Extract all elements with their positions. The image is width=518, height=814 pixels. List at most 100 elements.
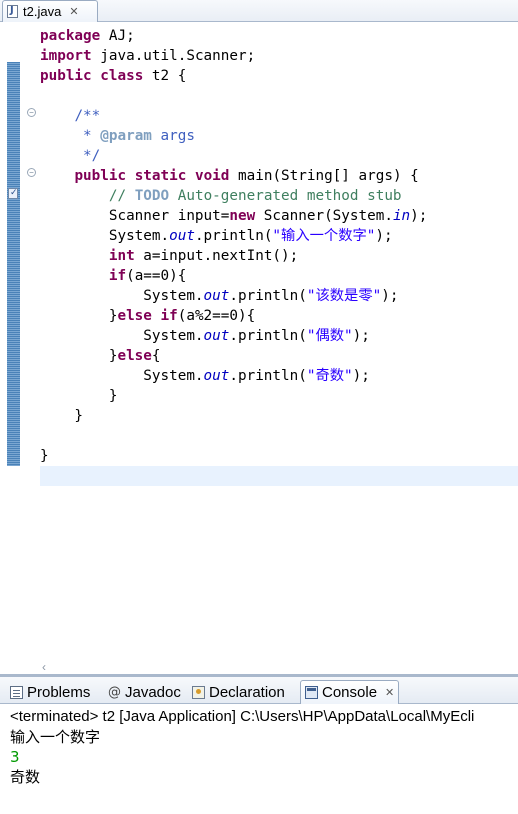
code-line[interactable]: Scanner input=new Scanner(System.in); (40, 206, 428, 226)
code-token: } (40, 408, 84, 424)
close-icon[interactable]: ✕ (69, 5, 78, 18)
code-text[interactable]: package AJ; import java.util.Scanner; publ… (40, 26, 427, 486)
editor-tab-t2-java[interactable]: t2.java ✕ (2, 0, 98, 22)
code-token: System. (40, 368, 204, 384)
code-token: "该数是零" (306, 288, 382, 304)
code-token: import (40, 48, 92, 64)
code-token: if (160, 308, 178, 324)
editor-tab-bar: t2.java ✕ (0, 0, 518, 22)
tab-declaration-label: Declaration (209, 683, 285, 701)
tab-console-label: Console (322, 684, 378, 701)
code-line[interactable]: public static void main(String[] args) { (40, 166, 427, 186)
code-token: new (229, 208, 256, 224)
code-line[interactable]: System.out.println("输入一个数字"); (40, 226, 427, 246)
declaration-icon (192, 685, 205, 699)
code-token: a=input.nextInt(); (134, 248, 299, 264)
code-token: if (108, 268, 127, 284)
fold-collapse-icon[interactable]: − (27, 168, 36, 177)
code-token: } (40, 388, 118, 404)
code-token: out (169, 228, 195, 244)
javadoc-icon: @ (108, 684, 121, 700)
code-line[interactable]: public class t2 { (40, 66, 427, 86)
code-token: else (117, 308, 152, 324)
code-line[interactable] (40, 86, 427, 106)
code-token: int (108, 248, 135, 264)
code-token: .println( (229, 288, 307, 304)
code-editor[interactable]: − − package AJ;import java.util.Scanner;… (0, 22, 518, 674)
code-token: "输入一个数字" (272, 228, 376, 244)
code-token: static (134, 168, 187, 184)
fold-collapse-icon[interactable]: − (27, 108, 36, 117)
task-marker-icon[interactable] (8, 187, 18, 199)
scroll-left-arrow-icon[interactable]: ‹ (42, 660, 46, 674)
code-token: } (40, 308, 118, 324)
code-line[interactable]: } (40, 406, 427, 426)
code-line[interactable]: System.out.println("偶数"); (40, 326, 427, 346)
change-ruler-strip (7, 62, 20, 466)
code-line[interactable]: /** (40, 106, 427, 126)
code-token: main(String[] args) { (229, 168, 419, 184)
code-token: AJ; (100, 28, 135, 44)
close-icon[interactable]: ✕ (385, 686, 394, 699)
code-token: @param (100, 128, 152, 144)
code-token: else (117, 348, 152, 364)
editor-tab-label: t2.java (23, 4, 62, 19)
code-line[interactable]: System.out.println("该数是零"); (40, 286, 427, 306)
code-token: TODO (134, 188, 170, 204)
code-token: ); (352, 368, 370, 384)
code-token: .println( (229, 328, 307, 344)
console-status: <terminated> t2 [Java Application] C:\Us… (10, 708, 475, 725)
code-line[interactable]: }else{ (40, 346, 427, 366)
console-output-line: 输入一个数字 (10, 728, 101, 746)
code-line[interactable]: } (40, 446, 427, 466)
code-token: Auto-generated method stub (169, 188, 402, 204)
console-icon (305, 686, 318, 699)
tab-problems[interactable]: Problems (6, 680, 94, 704)
code-line[interactable] (40, 426, 427, 446)
code-token: out (203, 368, 230, 384)
code-token: Scanner(System. (255, 208, 393, 224)
code-line[interactable] (40, 466, 427, 486)
console-output-line: 奇数 (10, 768, 41, 786)
tab-console[interactable]: Console ✕ (300, 680, 400, 704)
code-token: System. (40, 328, 204, 344)
code-line[interactable]: // TODO Auto-generated method stub (40, 186, 427, 206)
tab-javadoc[interactable]: @ Javadoc (104, 680, 185, 704)
code-token: } (40, 348, 118, 364)
code-line[interactable]: System.out.println("奇数"); (40, 366, 427, 386)
code-line[interactable]: package AJ; (40, 26, 427, 46)
code-token: } (40, 448, 49, 464)
code-token: System. (40, 288, 204, 304)
tab-problems-label: Problems (27, 683, 91, 701)
code-line[interactable]: }else if(a%2==0){ (40, 306, 427, 326)
code-token: (a%2==0){ (177, 308, 256, 324)
code-line[interactable]: import java.util.Scanner; (40, 46, 427, 66)
code-line[interactable]: * @param args (40, 126, 427, 146)
console-input-line: 3 (10, 748, 20, 766)
console-view[interactable]: <terminated> t2 [Java Application] C:\Us… (0, 705, 518, 814)
code-token: class (100, 68, 144, 84)
code-token: .println( (229, 368, 307, 384)
code-token: "奇数" (306, 368, 353, 384)
code-token: * (40, 128, 101, 144)
code-line[interactable]: } (40, 386, 427, 406)
code-token: ); (352, 328, 370, 344)
code-line[interactable]: */ (40, 146, 427, 166)
editor-gutter (20, 22, 40, 674)
code-token: Scanner input= (40, 208, 230, 224)
tab-declaration[interactable]: Declaration (188, 680, 289, 704)
code-token: */ (40, 148, 101, 164)
code-line[interactable]: int a=input.nextInt(); (40, 246, 427, 266)
code-line[interactable]: if(a==0){ (40, 266, 427, 286)
code-token: in (392, 208, 411, 224)
code-token: t2 { (143, 68, 187, 84)
problems-icon (10, 685, 23, 699)
code-token: args (151, 128, 195, 144)
